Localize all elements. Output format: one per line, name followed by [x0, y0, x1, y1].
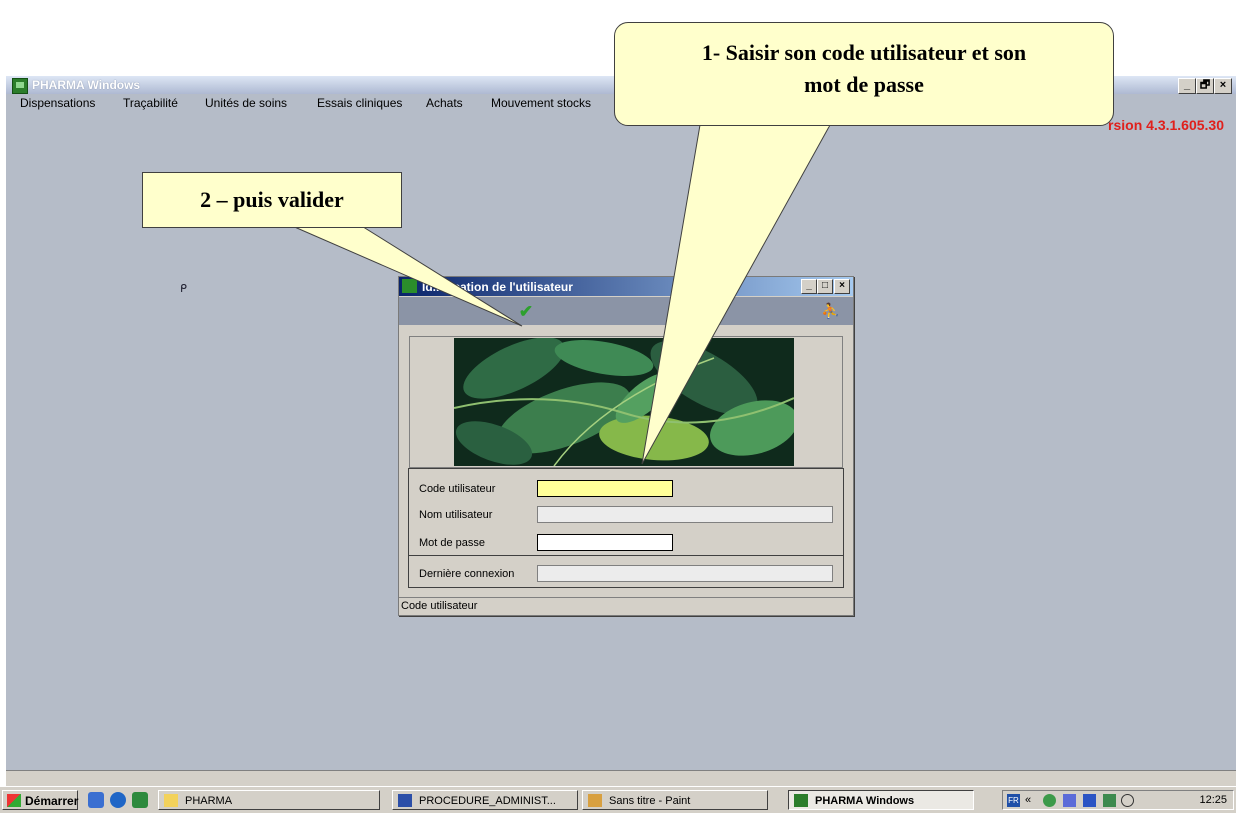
start-label: Démarrer [25, 794, 79, 808]
clock-text[interactable]: 12:25 [1199, 794, 1227, 806]
taskbar-btn-label: PHARMA [185, 795, 233, 807]
taskbar-btn-pharma-windows[interactable]: PHARMA Windows [788, 790, 974, 810]
callout-step-1: 1- Saisir son code utilisateur et son mo… [614, 22, 1114, 126]
show-desktop-icon[interactable] [88, 792, 104, 808]
pharma-app-icon [794, 794, 808, 807]
callout-step-1-line-2: mot de passe [804, 72, 924, 97]
system-tray: FR « 12:25 [1002, 790, 1234, 810]
taskbar-btn-pharma-folder[interactable]: PHARMA [158, 790, 380, 810]
clock-icon [1121, 794, 1134, 807]
quicklaunch-app-icon[interactable] [132, 792, 148, 808]
paint-icon [588, 794, 602, 807]
language-indicator[interactable]: FR [1007, 794, 1020, 807]
start-button[interactable]: Démarrer [2, 790, 78, 810]
taskbar-btn-label: PHARMA Windows [815, 795, 915, 807]
windows-taskbar: Démarrer PHARMA PROCEDURE_ADMINIST... Sa… [0, 786, 1236, 813]
monitor-icon[interactable] [1083, 794, 1096, 807]
taskbar-btn-paint[interactable]: Sans titre - Paint [582, 790, 768, 810]
tray-app-icon[interactable] [1103, 794, 1116, 807]
tray-expand-chevron-icon[interactable]: « [1025, 794, 1031, 806]
taskbar-btn-label: Sans titre - Paint [609, 795, 691, 807]
folder-icon [164, 794, 178, 807]
callout-step-1-line-1: 1- Saisir son code utilisateur et son [701, 40, 1027, 65]
taskbar-btn-label: PROCEDURE_ADMINIST... [419, 795, 556, 807]
callout-step-2: 2 – puis valider [142, 172, 402, 228]
internet-explorer-icon[interactable] [110, 792, 126, 808]
windows-logo-icon [7, 794, 21, 807]
network-icon[interactable] [1043, 794, 1056, 807]
taskbar-btn-procedure[interactable]: PROCEDURE_ADMINIST... [392, 790, 578, 810]
security-shield-icon[interactable] [1063, 794, 1076, 807]
word-document-icon [398, 794, 412, 807]
